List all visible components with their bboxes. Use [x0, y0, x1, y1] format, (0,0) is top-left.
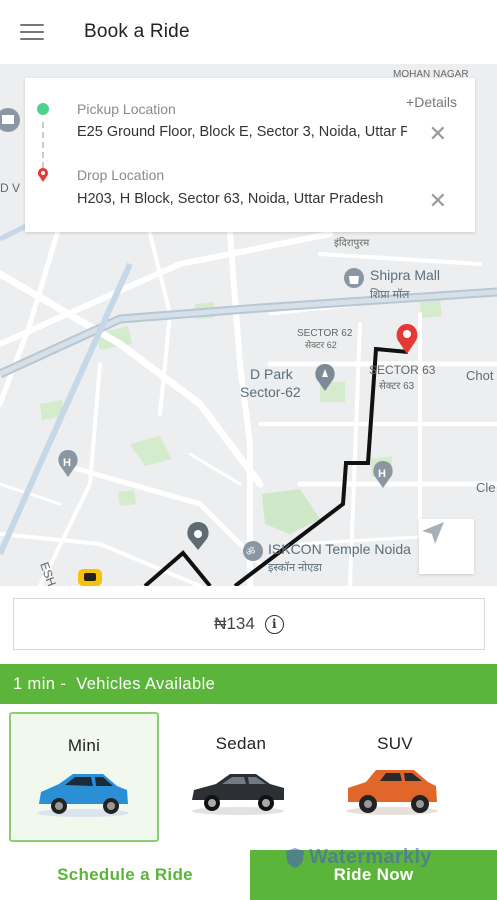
- pickup-clear-icon[interactable]: ✕: [429, 123, 447, 145]
- building-poi-icon: [0, 108, 20, 132]
- info-icon[interactable]: i: [264, 614, 284, 634]
- ride-now-button[interactable]: Watermarkly Ride Now: [250, 846, 497, 900]
- pickup-address[interactable]: E25 Ground Floor, Block E, Sector 3, Noi…: [77, 124, 407, 140]
- taxi-marker-icon: [78, 569, 102, 586]
- svg-text:H: H: [63, 457, 71, 469]
- map-label-sector63-hindi: सेक्टर 63: [379, 380, 415, 392]
- drop-clear-icon[interactable]: ✕: [429, 190, 447, 212]
- drop-pin-small-icon: [38, 168, 48, 182]
- drop-address[interactable]: H203, H Block, Sector 63, Noida, Uttar P…: [77, 191, 407, 207]
- hatchback-car-icon: [37, 774, 129, 817]
- eta-separator: -: [55, 674, 77, 693]
- map-label-sector62: SECTOR 62: [297, 328, 353, 339]
- location-card: +Details Pickup Location E25 Ground Floo…: [25, 78, 475, 232]
- watermark: Watermarkly: [285, 846, 432, 869]
- drop-label: Drop Location: [77, 167, 165, 183]
- map-label-sector62-hindi: सेक्टर 62: [305, 339, 337, 350]
- map-label-cle: Cle: [476, 480, 496, 495]
- recenter-location-button[interactable]: [419, 519, 474, 574]
- hamburger-menu-icon[interactable]: [0, 0, 64, 64]
- map-label-dv: D V: [0, 181, 20, 195]
- vehicle-name: Mini: [67, 736, 101, 755]
- map-label-iskcon-hindi: इस्कॉन नोएडा: [268, 561, 322, 574]
- sedan-car-icon: [192, 774, 284, 815]
- availability-text: Vehicles Available: [76, 674, 216, 693]
- availability-bar: 1 min - Vehicles Available: [0, 664, 497, 704]
- vehicle-option-suv[interactable]: SUV: [320, 712, 470, 842]
- restaurant-poi-icon: [187, 522, 209, 550]
- pickup-dot-icon: [37, 103, 49, 115]
- map-label-iskcon: ISKCON Temple Noida: [268, 541, 411, 557]
- drop-row[interactable]: Drop Location H203, H Block, Sector 63, …: [25, 146, 475, 212]
- svg-text:ॐ: ॐ: [246, 546, 255, 558]
- watermark-text: Watermarkly: [309, 846, 432, 868]
- bottom-action-bar: Schedule a Ride Watermarkly Ride Now: [0, 846, 497, 900]
- map-label-shipra-mall-hindi: शिप्रा मॉल: [370, 288, 410, 301]
- fare-estimate[interactable]: ₦134 i: [13, 598, 485, 650]
- vehicle-name: SUV: [377, 734, 413, 753]
- vehicle-name: Sedan: [215, 734, 267, 753]
- temple-poi-icon: ॐ: [243, 541, 263, 561]
- map-label-dpark-sector: Sector-62: [240, 384, 301, 400]
- navigation-arrow-icon: [422, 522, 444, 544]
- eta-text: 1 min: [13, 674, 56, 693]
- fare-amount: ₦134: [214, 614, 255, 633]
- app-bar: Book a Ride: [0, 0, 497, 64]
- pickup-label: Pickup Location: [77, 101, 176, 117]
- shield-icon: [286, 847, 304, 868]
- hospital-icon: H: [58, 450, 78, 477]
- pickup-row[interactable]: Pickup Location E25 Ground Floor, Block …: [25, 78, 475, 145]
- map-label-chot: Chot: [466, 368, 494, 383]
- map-label-sector63: SECTOR 63: [369, 363, 436, 377]
- vehicle-selector: Mini Sedan SUV: [0, 704, 497, 850]
- schedule-ride-button[interactable]: Schedule a Ride: [0, 850, 250, 900]
- suv-car-icon: [346, 770, 438, 815]
- shipra-mall-poi-icon: [344, 268, 364, 288]
- map-label-indirapuram: इंदिरापुरम: [334, 237, 370, 249]
- svg-text:H: H: [378, 468, 386, 480]
- vehicle-option-sedan[interactable]: Sedan: [166, 712, 316, 842]
- vehicle-option-mini[interactable]: Mini: [9, 712, 159, 842]
- map-label-dpark: D Park: [250, 366, 294, 382]
- page-title: Book a Ride: [84, 21, 190, 42]
- map-label-shipra-mall: Shipra Mall: [370, 267, 440, 283]
